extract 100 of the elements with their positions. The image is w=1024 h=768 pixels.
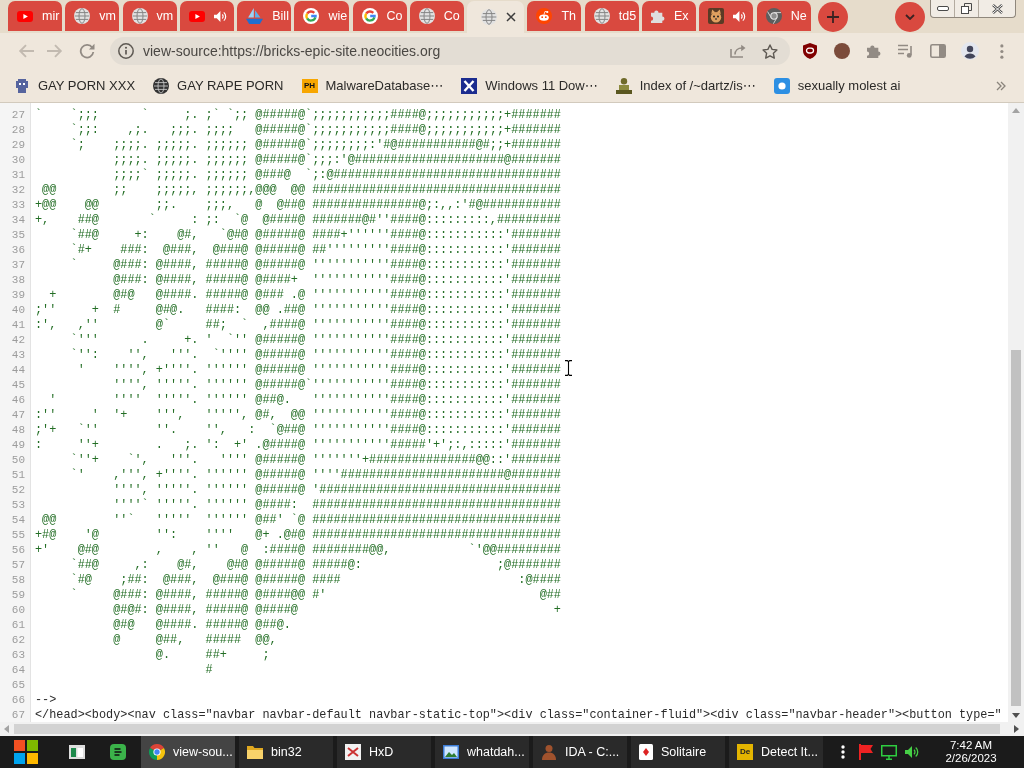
browser-tab[interactable]: vm xyxy=(122,1,177,31)
browser-tab[interactable]: vm xyxy=(65,1,120,31)
share-icon[interactable] xyxy=(730,44,746,58)
taskbar-button[interactable]: HxD xyxy=(337,736,431,768)
globe-icon xyxy=(593,8,610,24)
menu-icon[interactable] xyxy=(1000,43,1004,59)
profile-icon[interactable] xyxy=(961,42,979,60)
plus-icon xyxy=(826,11,839,23)
browser-tab[interactable]: Th xyxy=(527,1,582,31)
line-number: 43 xyxy=(11,347,25,363)
browser-tab[interactable]: Ex xyxy=(642,1,697,31)
line-number: 30 xyxy=(11,152,25,168)
line-number: 61 xyxy=(11,617,25,633)
scroll-right-icon[interactable] xyxy=(1014,725,1019,733)
clock-date: 2/26/2023 xyxy=(945,752,997,765)
bookmark-item[interactable]: Windows 11 Dow⋯ xyxy=(453,72,606,99)
minimize-icon xyxy=(936,6,949,11)
playlist-icon[interactable] xyxy=(898,44,914,58)
more-icon[interactable] xyxy=(841,745,845,759)
bookmark-item[interactable]: sexually molest ai xyxy=(765,72,909,99)
alien-face-icon xyxy=(536,8,553,24)
line-number: 37 xyxy=(11,257,25,273)
taskbar-button[interactable]: Solitaire xyxy=(631,736,725,768)
line-number: 65 xyxy=(11,677,25,693)
line-number: 38 xyxy=(11,272,25,288)
side-panel-icon[interactable] xyxy=(930,44,946,58)
code-line: @@ ;; ;;;;;, ;;;;;;,@@@ @@ ################################### xyxy=(41,182,561,198)
code-line: `; ;;;;. ;;;;;. ;;;;;; @#####@`;;;;;;;;:'#@###########@#;;+####### xyxy=(69,137,561,153)
line-number: 49 xyxy=(11,437,25,453)
scrollbar-thumb[interactable] xyxy=(14,724,1000,734)
bookmark-item[interactable]: GAY RAPE PORN xyxy=(145,72,292,99)
line-number: 40 xyxy=(11,302,25,318)
taskbar-button[interactable]: whatdah... xyxy=(435,736,529,768)
bookmark-item[interactable]: PH MalwareDatabase⋯ xyxy=(293,72,452,99)
line-number: 57 xyxy=(11,557,25,573)
reload-icon[interactable] xyxy=(79,43,95,59)
taskbar-button[interactable]: bin32 xyxy=(239,736,333,768)
g-letter-icon xyxy=(303,8,320,24)
line-number: 50 xyxy=(11,452,25,468)
scrollbar[interactable] xyxy=(1008,103,1024,722)
globe-icon xyxy=(131,8,148,24)
new-tab-button[interactable] xyxy=(817,2,848,32)
browser-tab[interactable]: td5 xyxy=(584,1,639,31)
speaker-icon[interactable] xyxy=(905,746,919,758)
window-icon[interactable] xyxy=(69,745,85,759)
code-line: ;'+ `'' ''. '', : `@##@ '''''''''''####@:::::::::::'####### xyxy=(35,422,561,438)
bookmark-item[interactable]: Index of /~dartz/is⋯ xyxy=(607,72,764,99)
line-number: 48 xyxy=(11,422,25,438)
close-icon xyxy=(991,3,1003,14)
taskbar-button[interactable]: De Detect It... xyxy=(729,736,823,768)
bookmark-item[interactable]: GAY PORN XXX xyxy=(6,72,144,99)
scrollbar[interactable] xyxy=(0,722,1024,736)
monitor-icon[interactable] xyxy=(881,744,897,760)
browser-tab[interactable] xyxy=(699,1,754,31)
browser-tab[interactable]: wie xyxy=(294,1,350,31)
browser-tab[interactable]: Co xyxy=(409,1,464,31)
browser-tab[interactable]: Ne xyxy=(756,1,811,31)
globe-icon xyxy=(153,77,170,94)
puzzle-icon[interactable] xyxy=(867,44,881,58)
cross-tile-icon xyxy=(461,77,478,94)
line-number: 33 xyxy=(11,197,25,213)
line-number: 51 xyxy=(11,467,25,483)
four-squares-icon xyxy=(14,740,38,764)
browser-tab[interactable] xyxy=(179,1,234,31)
info-icon[interactable] xyxy=(118,43,134,59)
browser-tab[interactable]: mir xyxy=(8,1,62,31)
taskbar-button[interactable]: view-sou... xyxy=(141,736,235,768)
code-line: `#@ ;##: @###, @###@ @#####@ #### :@#### xyxy=(69,572,561,588)
double-chevron-icon[interactable] xyxy=(996,80,1006,91)
code-line: ' '''' '''''. '''''' @##@. '''''''''''####@:::::::::::'####### xyxy=(48,392,561,408)
line-number: 64 xyxy=(11,662,25,678)
browser-tab[interactable]: Bill xyxy=(237,1,292,31)
taskbar-button[interactable]: IDA - C:... xyxy=(533,736,627,768)
line-number: 28 xyxy=(11,122,25,138)
code-line: + @#@ @####. #####@ @### .@ '''''''''''####@:::::::::::'####### xyxy=(48,287,561,303)
tab-search-button[interactable] xyxy=(894,2,925,32)
code-line: +#@ '@ '': '''' @+ .@#@ ################################### xyxy=(35,527,561,543)
code-line: ;;;;. ;;;;;. ;;;;;; @#####@`;;;:'@#####################@####### xyxy=(112,152,561,168)
code-line: :', ,'' @` ##; ` ,####@ '''''''''''####@:::::::::::'####### xyxy=(35,317,561,333)
lined-tile-icon[interactable] xyxy=(110,744,126,760)
line-number: 67 xyxy=(11,707,25,723)
code-line: ;;;;` ;;;;;. ;;;;;; @###@ `;:@################################ xyxy=(112,167,561,183)
flag-icon[interactable] xyxy=(859,744,873,760)
line-number: 42 xyxy=(11,332,25,348)
code-line: `' ,''', +''''. '''''' @#####@ ''''#######################@####### xyxy=(69,467,561,483)
code-line: @#@ @####. #####@ @##@. xyxy=(112,617,291,633)
picture-icon xyxy=(443,745,459,759)
shield-icon[interactable] xyxy=(803,43,817,59)
avatar-icon[interactable] xyxy=(834,43,850,59)
code-line: `##@ +: @#, `@#@ @#####@ ####+''''''####@:::::::::::'####### xyxy=(69,227,561,243)
browser-tab[interactable]: Co xyxy=(352,1,407,31)
scrollbar-thumb[interactable] xyxy=(1011,350,1021,706)
star-icon[interactable] xyxy=(762,43,778,59)
address-bar[interactable]: view-source:https://bricks-epic-site.neocities.org xyxy=(110,37,790,65)
round-logo-icon xyxy=(765,8,782,24)
code-line: :'' ' '+ ''', ''''', @#, @@ '''''''''''####@:::::::::::'####### xyxy=(35,407,561,423)
boat-icon xyxy=(246,8,264,24)
scroll-down-icon[interactable] xyxy=(1012,713,1020,718)
code-line: '''', '''''. '''''' @#####@ '################################## xyxy=(112,482,561,498)
close-icon[interactable] xyxy=(506,12,517,22)
